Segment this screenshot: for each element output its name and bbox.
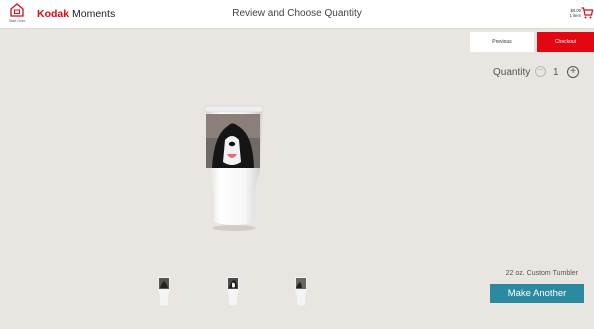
cart-item-count: 1 item [569,13,581,18]
cart-button[interactable]: $0.00 1 item [555,5,594,23]
quantity-label: Quantity [493,67,531,78]
quantity-increase-button[interactable]: + [567,66,579,78]
quantity-value: 1 [553,67,559,78]
quantity-decrease-button[interactable]: − [535,66,546,77]
top-bar: Start Over Kodak Moments Review and Choo… [0,0,594,29]
tumbler-thumbnail-image [295,277,307,306]
thumbnail-2[interactable] [226,276,240,311]
cart-icon [581,7,593,19]
previous-button[interactable]: Previous [470,32,534,52]
tumbler-thumbnail-image [227,277,239,306]
thumbnail-3[interactable] [294,276,308,311]
checkout-button[interactable]: Checkout [537,32,594,52]
thumbnail-1[interactable] [157,276,171,311]
page-title: Review and Choose Quantity [232,8,362,19]
product-name: 22 oz. Custom Tumbler [505,270,578,277]
product-preview [196,104,268,245]
make-another-button[interactable]: Make Another [490,284,584,303]
tumbler-preview-image [204,105,264,231]
tumbler-thumbnail-image [158,277,170,306]
